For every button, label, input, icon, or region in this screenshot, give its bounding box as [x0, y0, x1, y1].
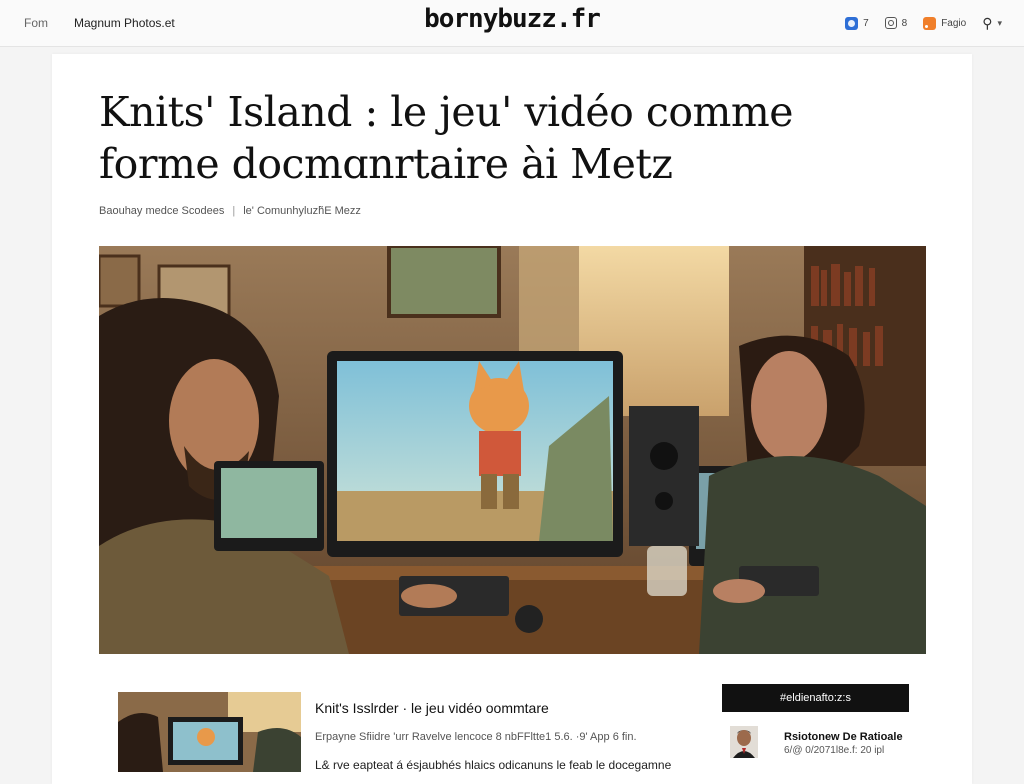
- sidebar-item-date: 6/@ 0/2071l8e.f: 20 ipl: [784, 745, 885, 756]
- sidebar-item-title[interactable]: Rsiotonew De Ratioale: [784, 731, 903, 743]
- avatar: [730, 726, 758, 758]
- facebook-count: 7: [863, 17, 869, 29]
- byline-place[interactable]: le' Comunhyluzh̃E Mezz: [243, 205, 361, 217]
- hero-illustration: [99, 246, 926, 654]
- article-headline: Knits' Island : le jeu' vidéo comme form…: [99, 86, 879, 190]
- facebook-link[interactable]: 7: [845, 16, 869, 30]
- related-thumbnail[interactable]: [118, 692, 301, 772]
- byline-author[interactable]: Baouhay medce Scodees: [99, 205, 224, 217]
- byline-separator: |: [232, 205, 236, 217]
- headline-line-1: Knits' Island : le jeu' vidéo comme: [99, 88, 794, 136]
- related-excerpt: L& rve eapteat á ésjaubhés hlaics odican…: [315, 758, 672, 772]
- instagram-count: 8: [901, 17, 908, 29]
- rss-label: Fagio: [941, 17, 967, 29]
- article-byline: Baouhay medce Scodees | le' Comunhyluzh̃…: [99, 205, 361, 217]
- related-thumbnail-illustration: [118, 692, 301, 772]
- top-navigation-bar: Fom Magnum Photos.et bornybuzz.fr 7 8 Fa…: [0, 0, 1024, 47]
- instagram-link[interactable]: 8: [884, 17, 908, 29]
- nav-right: 7 8 Fagio ⚲ ▾: [845, 0, 1002, 46]
- search-icon: ⚲: [982, 14, 993, 31]
- rss-icon: [923, 16, 937, 30]
- sidebar-heading: #eldienafto:z:s: [722, 684, 909, 712]
- avatar-portrait: [730, 726, 758, 758]
- sidebar-widget: #eldienafto:z:s Rsiotonew De Ratioale 6/…: [722, 684, 909, 766]
- related-article[interactable]: Knit's Isslrder · le jeu vidéo oommtare …: [118, 692, 688, 772]
- related-title[interactable]: Knit's Isslrder · le jeu vidéo oommtare: [315, 700, 549, 716]
- sidebar-item[interactable]: Rsiotonew De Ratioale 6/@ 0/2071l8e.f: 2…: [722, 726, 909, 766]
- search-button[interactable]: ⚲ ▾: [982, 15, 1002, 32]
- headline-line-2: forme docmɑnrtaire ài Metz: [99, 140, 673, 188]
- instagram-icon: [884, 17, 897, 29]
- hero-image[interactable]: [99, 246, 926, 654]
- chevron-down-icon: ▾: [997, 17, 1002, 28]
- related-meta: Erpayne Sfiidre 'urr Ravelve lencoce 8 n…: [315, 731, 637, 743]
- facebook-icon: [845, 16, 859, 30]
- rss-link[interactable]: Fagio: [923, 16, 967, 30]
